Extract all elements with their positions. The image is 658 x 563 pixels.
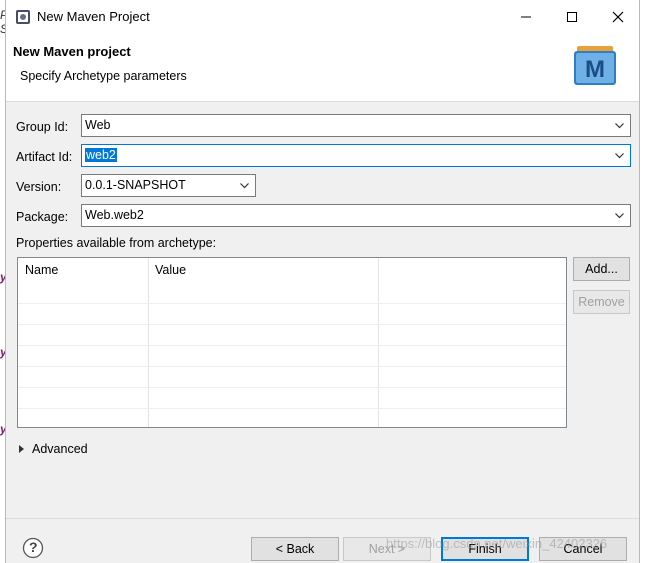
group-id-label: Group Id: [16, 120, 69, 134]
add-property-button[interactable]: Add... [573, 257, 630, 281]
package-combo[interactable]: Web.web2 [81, 204, 631, 227]
table-row [18, 324, 566, 325]
column-divider [378, 258, 379, 427]
group-id-combo[interactable]: Web [81, 114, 631, 137]
wizard-title: New Maven project [13, 44, 131, 59]
wizard-subtitle: Specify Archetype parameters [20, 69, 187, 83]
chevron-down-icon [615, 153, 624, 159]
close-icon [612, 11, 624, 23]
chevron-down-icon [615, 123, 624, 129]
properties-table[interactable]: Name Value [17, 257, 567, 428]
dialog-window: New Maven Project New Maven project Spec… [5, 0, 640, 563]
table-row [18, 345, 566, 346]
watermark-text: https://blog.csdn.net/weixin_42402326 [386, 536, 608, 551]
group-id-value: Web [85, 118, 111, 132]
artifact-id-combo[interactable]: web2 [81, 144, 631, 167]
wizard-header: New Maven project Specify Archetype para… [6, 34, 639, 102]
chevron-down-icon [240, 183, 249, 189]
close-button[interactable] [595, 0, 641, 34]
artifact-id-label: Artifact Id: [16, 150, 73, 164]
version-value: 0.0.1-SNAPSHOT [85, 178, 186, 192]
package-label: Package: [16, 210, 69, 224]
column-header-name[interactable]: Name [25, 263, 58, 277]
advanced-label: Advanced [32, 442, 88, 456]
column-divider [148, 258, 149, 427]
table-row [18, 303, 566, 304]
svg-text:M: M [585, 56, 605, 83]
version-combo[interactable]: 0.0.1-SNAPSHOT [81, 174, 256, 197]
package-value: Web.web2 [85, 208, 144, 222]
minimize-icon [521, 16, 531, 18]
artifact-id-value: web2 [85, 148, 117, 162]
footer-separator [6, 518, 639, 519]
column-header-value[interactable]: Value [155, 263, 186, 277]
table-row [18, 366, 566, 367]
caret-right-icon [19, 445, 24, 453]
title-bar: New Maven Project [6, 0, 639, 34]
maximize-icon [567, 12, 577, 22]
back-button[interactable]: < Back [251, 537, 339, 561]
properties-label: Properties available from archetype: [16, 236, 217, 250]
eclipse-app-icon [16, 10, 30, 24]
remove-property-button[interactable]: Remove [573, 290, 630, 314]
maximize-button[interactable] [549, 0, 595, 34]
minimize-button[interactable] [503, 0, 549, 34]
chevron-down-icon [615, 213, 624, 219]
maven-logo-icon: M [574, 46, 616, 85]
table-row [18, 387, 566, 388]
window-title: New Maven Project [37, 9, 150, 24]
advanced-toggle[interactable]: Advanced [18, 442, 88, 456]
table-row [18, 408, 566, 409]
version-label: Version: [16, 180, 62, 194]
help-icon-glyph: ? [29, 539, 38, 555]
